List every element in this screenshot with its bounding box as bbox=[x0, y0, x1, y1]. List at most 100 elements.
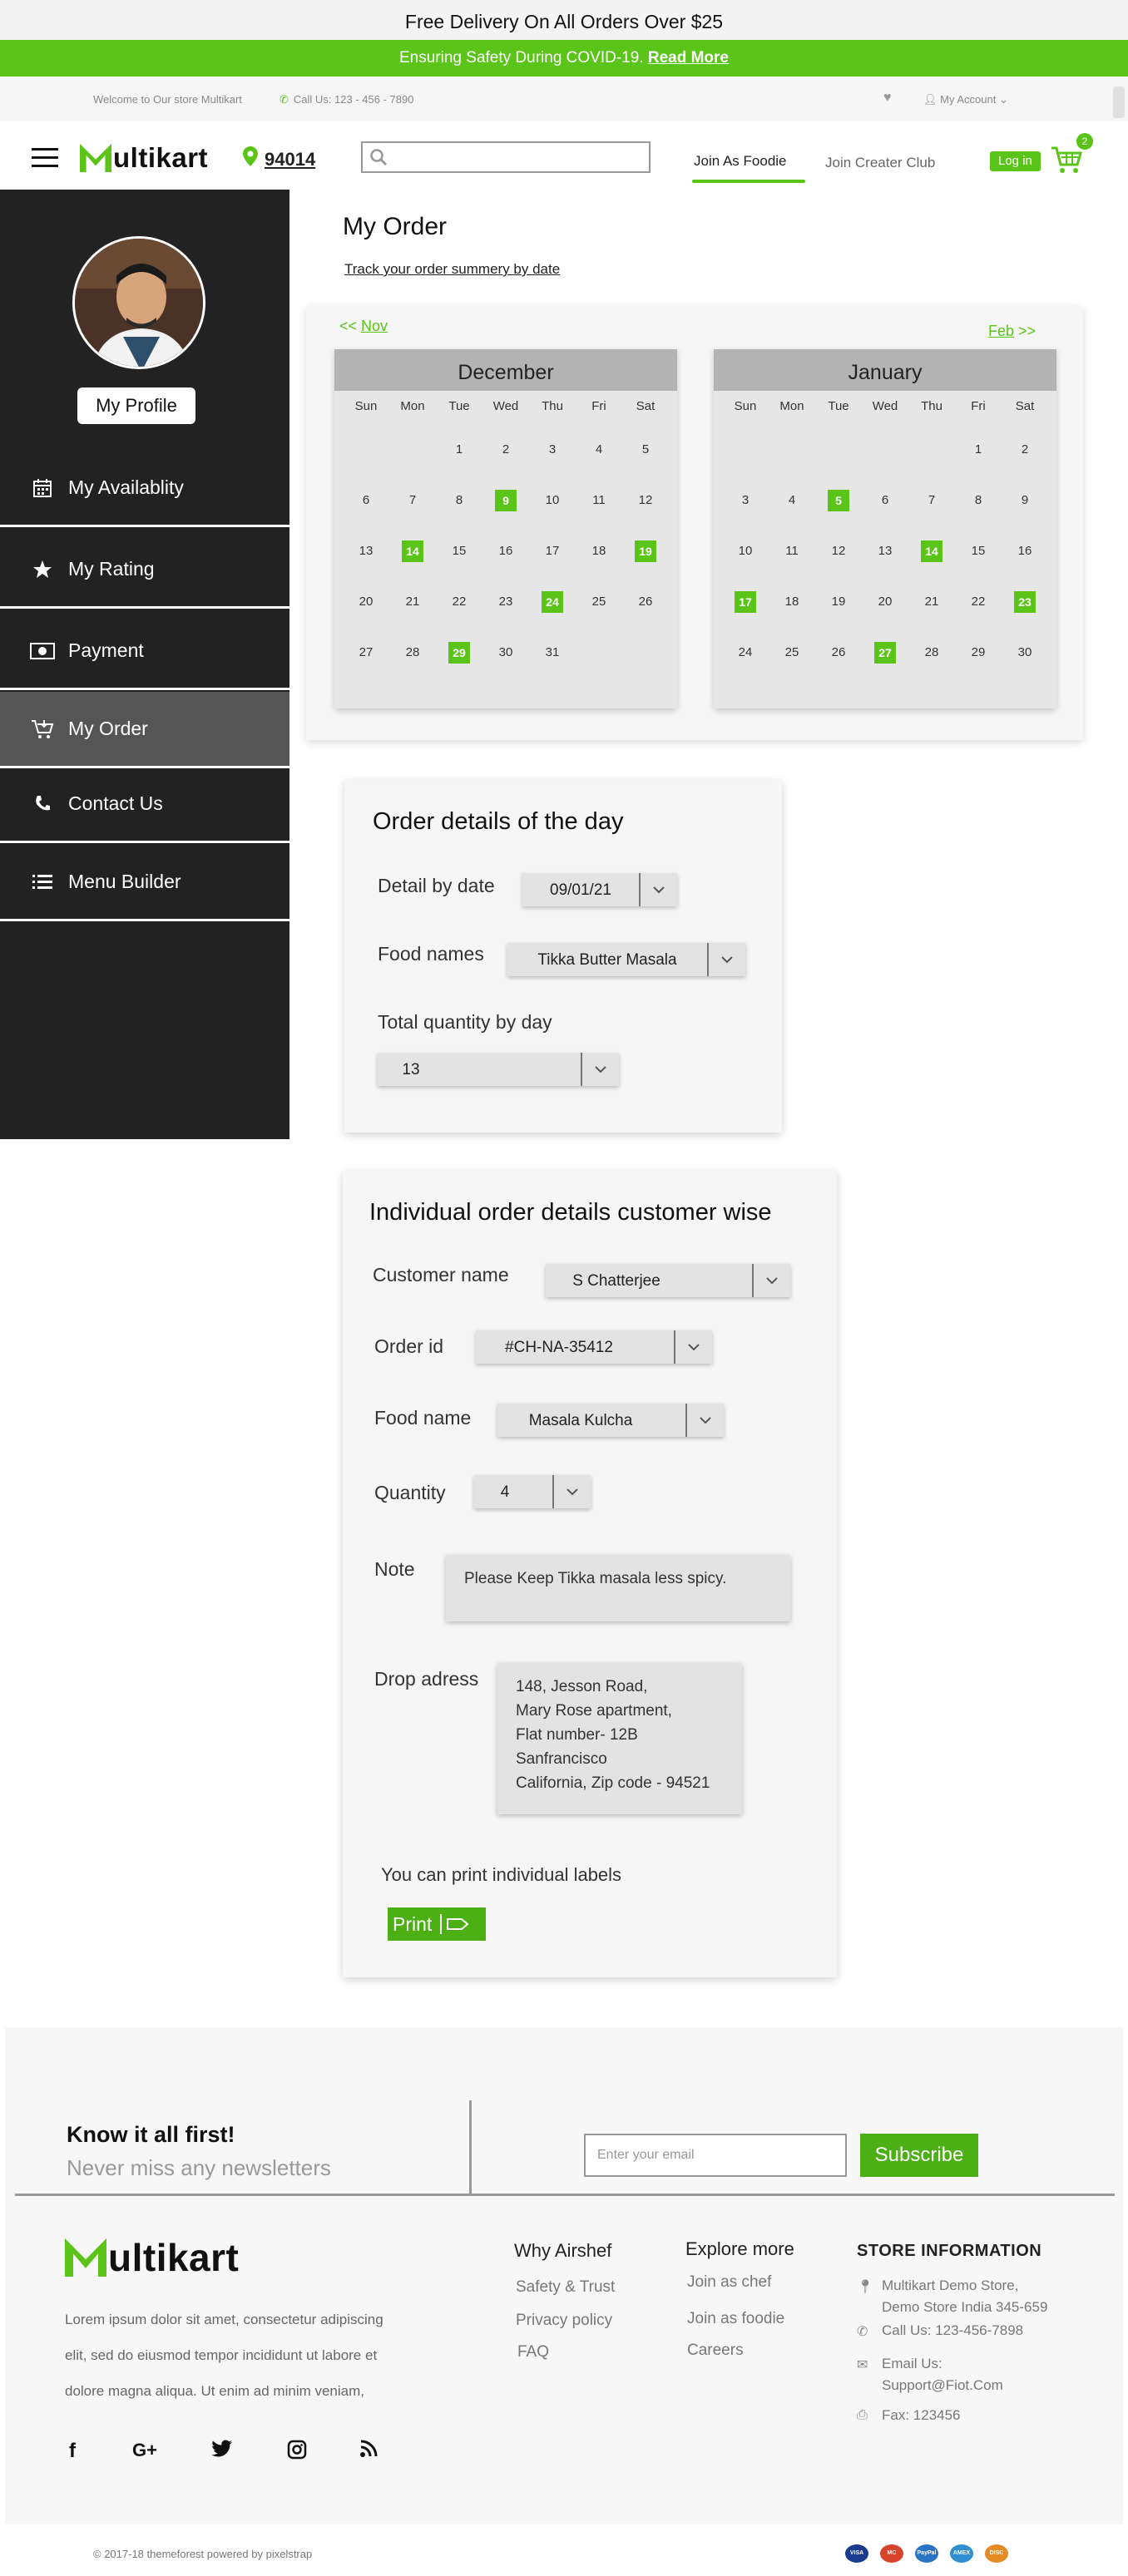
instagram-icon[interactable] bbox=[284, 2440, 309, 2465]
sidebar-item-rating[interactable]: My Rating bbox=[0, 532, 289, 609]
food-names-dropdown[interactable]: Tikka Butter Masala bbox=[507, 943, 745, 976]
tab-join-creater-club[interactable]: Join Creater Club bbox=[825, 155, 935, 171]
rss-icon[interactable] bbox=[356, 2440, 381, 2465]
footer-link-join-foodie[interactable]: Join as foodie bbox=[687, 2310, 784, 2328]
calendar-day[interactable]: 15 bbox=[436, 526, 482, 576]
sidebar-item-contact[interactable]: Contact Us bbox=[0, 767, 289, 843]
login-button[interactable]: Log in bbox=[990, 151, 1041, 171]
sidebar-item-my-order[interactable]: My Order bbox=[0, 692, 289, 768]
prev-month-link[interactable]: << Nov bbox=[339, 318, 388, 335]
sidebar-item-payment[interactable]: Payment bbox=[0, 614, 289, 690]
calendar-day[interactable]: 18 bbox=[576, 526, 622, 576]
calendar-day[interactable]: 4 bbox=[769, 475, 815, 526]
calendar-day[interactable]: 14 bbox=[908, 526, 955, 576]
calendar-day[interactable]: 28 bbox=[908, 627, 955, 678]
calendar-day[interactable]: 16 bbox=[482, 526, 529, 576]
calendar-day[interactable]: 22 bbox=[436, 576, 482, 627]
calendar-day[interactable]: 9 bbox=[1002, 475, 1048, 526]
sidebar-item-menu-builder[interactable]: Menu Builder bbox=[0, 845, 289, 921]
calendar-day[interactable]: 15 bbox=[955, 526, 1002, 576]
calendar-day[interactable]: 11 bbox=[769, 526, 815, 576]
calendar-day[interactable]: 1 bbox=[955, 424, 1002, 475]
email-address[interactable]: Support@Fiot.Com bbox=[882, 2375, 1003, 2396]
wishlist-heart-icon[interactable]: ♥ bbox=[883, 91, 892, 106]
calendar-day[interactable]: 5 bbox=[622, 424, 669, 475]
calendar-day[interactable]: 30 bbox=[482, 627, 529, 678]
calendar-day[interactable]: 17 bbox=[529, 526, 576, 576]
calendar-day[interactable]: 7 bbox=[908, 475, 955, 526]
footer-link-careers[interactable]: Careers bbox=[687, 2342, 744, 2360]
read-more-link[interactable]: Read More bbox=[648, 49, 729, 67]
search-input[interactable] bbox=[361, 141, 651, 173]
calendar-day[interactable]: 1 bbox=[436, 424, 482, 475]
calendar-day[interactable]: 10 bbox=[722, 526, 769, 576]
calendar-day[interactable]: 22 bbox=[955, 576, 1002, 627]
calendar-day[interactable]: 19 bbox=[815, 576, 862, 627]
calendar-day[interactable]: 26 bbox=[622, 576, 669, 627]
quantity-dropdown[interactable]: 13 bbox=[378, 1053, 619, 1086]
calendar-day[interactable]: 8 bbox=[436, 475, 482, 526]
calendar-day[interactable]: 20 bbox=[343, 576, 389, 627]
calendar-day[interactable]: 23 bbox=[1002, 576, 1048, 627]
customer-name-dropdown[interactable]: S Chatterjee bbox=[546, 1264, 790, 1297]
calendar-day[interactable]: 24 bbox=[529, 576, 576, 627]
calendar-day[interactable]: 23 bbox=[482, 576, 529, 627]
calendar-day[interactable]: 12 bbox=[622, 475, 669, 526]
calendar-day[interactable]: 26 bbox=[815, 627, 862, 678]
calendar-day[interactable]: 29 bbox=[955, 627, 1002, 678]
calendar-day[interactable]: 16 bbox=[1002, 526, 1048, 576]
calendar-day[interactable]: 17 bbox=[722, 576, 769, 627]
order-id-dropdown[interactable]: #CH-NA-35412 bbox=[476, 1330, 712, 1364]
footer-link-privacy[interactable]: Privacy policy bbox=[516, 2312, 612, 2330]
calendar-day[interactable]: 5 bbox=[815, 475, 862, 526]
email-field[interactable]: Enter your email bbox=[584, 2134, 847, 2177]
calendar-day[interactable]: 6 bbox=[343, 475, 389, 526]
sidebar-item-availability[interactable]: My Availablity bbox=[0, 451, 289, 527]
calendar-day[interactable]: 13 bbox=[862, 526, 908, 576]
footer-logo[interactable]: ultikart bbox=[65, 2235, 239, 2280]
cart-icon[interactable] bbox=[1050, 143, 1083, 176]
calendar-day[interactable]: 25 bbox=[576, 576, 622, 627]
calendar-day[interactable]: 4 bbox=[576, 424, 622, 475]
twitter-icon[interactable] bbox=[210, 2440, 235, 2465]
facebook-icon[interactable]: f bbox=[60, 2440, 85, 2465]
calendar-day[interactable]: 25 bbox=[769, 627, 815, 678]
calendar-day[interactable]: 10 bbox=[529, 475, 576, 526]
calendar-day[interactable]: 31 bbox=[529, 627, 576, 678]
date-dropdown[interactable]: 09/01/21 bbox=[522, 873, 677, 906]
calendar-day[interactable]: 2 bbox=[482, 424, 529, 475]
google-plus-icon[interactable]: G+ bbox=[126, 2440, 163, 2465]
calendar-day[interactable]: 6 bbox=[862, 475, 908, 526]
calendar-day[interactable]: 29 bbox=[436, 627, 482, 678]
account-menu[interactable]: 👤︎ My Account ⌄ bbox=[923, 93, 1008, 106]
hamburger-menu-icon[interactable] bbox=[32, 148, 58, 168]
calendar-day[interactable]: 3 bbox=[529, 424, 576, 475]
scrollbar-thumb[interactable] bbox=[1113, 86, 1125, 118]
calendar-day[interactable]: 28 bbox=[389, 627, 436, 678]
calendar-day[interactable]: 24 bbox=[722, 627, 769, 678]
calendar-day[interactable]: 12 bbox=[815, 526, 862, 576]
calendar-day[interactable]: 7 bbox=[389, 475, 436, 526]
print-button[interactable]: Print bbox=[388, 1907, 486, 1941]
calendar-day[interactable]: 27 bbox=[862, 627, 908, 678]
calendar-day[interactable]: 13 bbox=[343, 526, 389, 576]
subscribe-button[interactable]: Subscribe bbox=[860, 2134, 978, 2177]
calendar-day[interactable]: 2 bbox=[1002, 424, 1048, 475]
zip-code[interactable]: 94014 bbox=[265, 149, 315, 170]
tab-join-as-foodie[interactable]: Join As Foodie bbox=[694, 153, 787, 170]
footer-link-safety[interactable]: Safety & Trust bbox=[516, 2278, 615, 2297]
calendar-day[interactable]: 21 bbox=[908, 576, 955, 627]
calendar-day[interactable]: 19 bbox=[622, 526, 669, 576]
calendar-day[interactable]: 8 bbox=[955, 475, 1002, 526]
food-name-dropdown[interactable]: Masala Kulcha bbox=[497, 1404, 724, 1437]
calendar-day[interactable]: 9 bbox=[482, 475, 529, 526]
calendar-day[interactable]: 20 bbox=[862, 576, 908, 627]
footer-link-faq[interactable]: FAQ bbox=[517, 2343, 549, 2361]
footer-link-join-chef[interactable]: Join as chef bbox=[687, 2273, 771, 2292]
calendar-day[interactable]: 18 bbox=[769, 576, 815, 627]
track-order-link[interactable]: Track your order summery by date bbox=[344, 261, 560, 278]
next-month-link[interactable]: Feb >> bbox=[988, 323, 1036, 340]
quantity-stepper[interactable]: 4 bbox=[474, 1475, 591, 1508]
calendar-day[interactable]: 11 bbox=[576, 475, 622, 526]
logo[interactable]: ultikart bbox=[80, 141, 208, 175]
